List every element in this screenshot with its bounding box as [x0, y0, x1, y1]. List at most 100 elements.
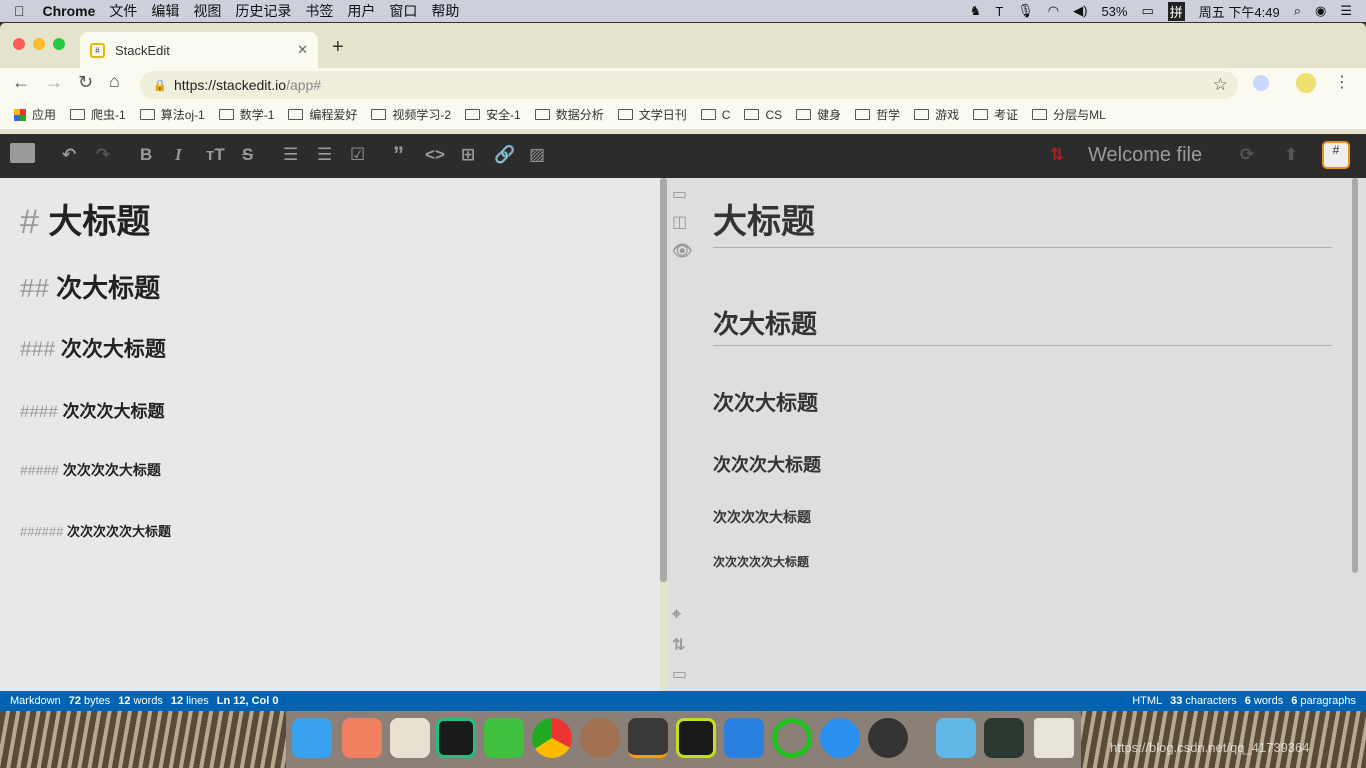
url-bar[interactable]: 🔒 https://stackedit.io/app# ☆: [140, 71, 1238, 99]
link-icon[interactable]: 🔗: [494, 145, 515, 165]
preview-h5: 次次次次大标题: [713, 509, 811, 525]
paw-app-icon[interactable]: [342, 718, 382, 758]
toggle-navbar-icon[interactable]: ▭: [672, 184, 687, 204]
menu-view[interactable]: 视图: [193, 1, 221, 21]
toggle-side-preview-icon[interactable]: ◫: [672, 212, 687, 232]
menu-window[interactable]: 窗口: [389, 1, 417, 21]
menu-edit[interactable]: 编辑: [151, 1, 179, 21]
menu-user[interactable]: 用户: [347, 1, 375, 21]
spotlight-icon[interactable]: ⌕: [1294, 3, 1301, 19]
bookmark-folder[interactable]: 分层与ML: [1032, 106, 1106, 123]
text-icon[interactable]: T: [995, 4, 1003, 19]
scroll-sync-icon[interactable]: ⇅: [672, 635, 685, 655]
battery-percent[interactable]: 53%: [1101, 4, 1127, 19]
bookmark-folder[interactable]: 编程爱好: [288, 106, 357, 123]
qt-icon[interactable]: [484, 718, 524, 758]
finder-icon[interactable]: [292, 718, 332, 758]
circle-app-icon[interactable]: [772, 718, 812, 758]
menu-history[interactable]: 历史记录: [235, 1, 291, 21]
downloads-folder-icon[interactable]: [936, 718, 976, 758]
pitcher-app-icon[interactable]: [390, 718, 430, 758]
strikethrough-icon[interactable]: S: [242, 145, 253, 165]
close-tab-icon[interactable]: ✕: [297, 42, 308, 58]
bookmark-apps[interactable]: 应用: [14, 106, 56, 123]
bookmark-folder[interactable]: 游戏: [914, 106, 959, 123]
preview-scrollbar[interactable]: [1352, 178, 1358, 573]
menu-help[interactable]: 帮助: [431, 1, 459, 21]
sync-icon[interactable]: ⟳: [1240, 145, 1254, 165]
bookmark-folder[interactable]: 爬虫-1: [70, 106, 126, 123]
folder-icon[interactable]: [10, 143, 35, 163]
code-icon[interactable]: <>: [425, 145, 445, 165]
image-icon[interactable]: ▨: [529, 145, 545, 165]
redo-icon[interactable]: ↷: [96, 145, 110, 165]
clock[interactable]: 周五 下午4:49: [1199, 2, 1280, 21]
menu-file[interactable]: 文件: [109, 1, 137, 21]
tab-stackedit[interactable]: # StackEdit ✕: [80, 32, 318, 68]
stackedit-logo-button[interactable]: #: [1322, 141, 1350, 169]
bookmark-folder[interactable]: 数据分析: [534, 106, 604, 123]
apple-icon[interactable]: : [14, 3, 25, 19]
notification-icon[interactable]: ☰: [1340, 3, 1352, 19]
volume-icon[interactable]: ◀): [1073, 3, 1087, 19]
chrome-menu-icon[interactable]: ⋮: [1334, 72, 1350, 92]
bookmark-folder[interactable]: 视频学习-2: [371, 106, 451, 123]
input-method[interactable]: 拼: [1167, 1, 1185, 21]
table-icon[interactable]: ⊞: [461, 145, 475, 165]
safari-icon[interactable]: [820, 718, 860, 758]
bookmark-folder[interactable]: 文学日刊: [617, 106, 687, 123]
editor-scrollbar[interactable]: [660, 178, 667, 582]
trash-icon[interactable]: [1034, 718, 1074, 758]
preview-eye-icon[interactable]: 👁: [672, 241, 692, 261]
toggle-statusbar-icon[interactable]: ▭: [672, 664, 687, 684]
undo-icon[interactable]: ↶: [62, 145, 76, 165]
maximize-window-button[interactable]: [53, 38, 65, 50]
forward-icon[interactable]: →: [45, 72, 63, 93]
file-title[interactable]: Welcome file: [1088, 144, 1202, 167]
close-window-button[interactable]: [13, 38, 25, 50]
publish-icon[interactable]: ⬆: [1284, 145, 1298, 165]
siri-icon[interactable]: ◉: [1315, 3, 1326, 19]
menu-bookmarks[interactable]: 书签: [305, 1, 333, 21]
heading-icon[interactable]: ᴛT: [206, 145, 225, 165]
quicktime-icon[interactable]: [868, 718, 908, 758]
checklist-icon[interactable]: ☑: [350, 145, 365, 165]
bookmark-label: 数学-1: [239, 108, 275, 122]
bookmark-folder[interactable]: 考证: [973, 106, 1018, 123]
bookmark-folder[interactable]: CS: [744, 108, 782, 122]
rabbit-icon[interactable]: ♞: [970, 3, 982, 19]
pycharm-window-icon[interactable]: [984, 718, 1024, 758]
markdown-editor[interactable]: # 大标题 ## 次大标题 ### 次次大标题 #### 次次次大标题 ####…: [0, 178, 660, 691]
bookmark-folder[interactable]: 数学-1: [218, 106, 275, 123]
pycharm-icon[interactable]: [676, 718, 716, 758]
bookmark-folder[interactable]: 安全-1: [465, 106, 521, 123]
bullet-list-icon[interactable]: ☰: [283, 145, 298, 165]
quote-icon[interactable]: ”: [393, 142, 404, 168]
wifi-icon[interactable]: ◠: [1048, 3, 1059, 19]
xcode-icon[interactable]: [724, 718, 764, 758]
bookmark-star-icon[interactable]: ☆: [1213, 75, 1228, 95]
preview-app-icon[interactable]: [580, 718, 620, 758]
numbered-list-icon[interactable]: ☰: [317, 145, 332, 165]
extension-icon[interactable]: [1253, 75, 1269, 91]
clion-icon[interactable]: [436, 718, 476, 758]
chrome-icon[interactable]: [532, 718, 572, 758]
bold-icon[interactable]: B: [140, 145, 152, 165]
mic-icon[interactable]: 🎙: [1017, 3, 1034, 19]
back-icon[interactable]: ←: [12, 72, 30, 93]
reload-icon[interactable]: ↻: [78, 72, 93, 93]
bookmark-folder[interactable]: C: [700, 108, 730, 122]
italic-icon[interactable]: I: [175, 145, 182, 165]
bookmark-label: 考证: [994, 108, 1019, 122]
bookmark-folder[interactable]: 健身: [796, 106, 841, 123]
sublime-icon[interactable]: [628, 718, 668, 758]
focus-crosshair-icon[interactable]: ⌖: [672, 606, 681, 624]
bookmark-folder[interactable]: 哲学: [855, 106, 900, 123]
sync-off-icon[interactable]: ⇅: [1050, 145, 1064, 165]
menu-app[interactable]: Chrome: [43, 3, 96, 19]
profile-avatar[interactable]: [1296, 73, 1316, 93]
new-tab-button[interactable]: +: [332, 36, 344, 59]
minimize-window-button[interactable]: [33, 38, 45, 50]
bookmark-folder[interactable]: 算法oj-1: [139, 106, 205, 123]
home-icon[interactable]: ⌂: [109, 71, 120, 92]
